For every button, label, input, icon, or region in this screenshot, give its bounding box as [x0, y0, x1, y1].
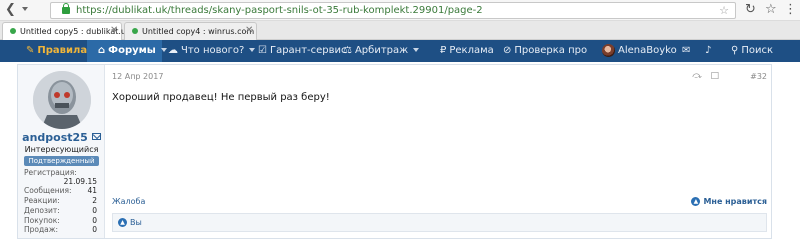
author-name[interactable]: andpost25: [18, 131, 105, 145]
post-date[interactable]: 12 Апр 2017: [112, 72, 163, 82]
nav-ads-label: Реклама: [449, 45, 494, 56]
favicon-icon: [132, 28, 138, 34]
reload-icon[interactable]: ↻: [745, 3, 756, 17]
share-icon[interactable]: ⤼: [692, 71, 702, 81]
stat-value: 41: [87, 186, 97, 195]
nav-whats-new-label: Что нового?: [181, 45, 245, 56]
address-bar: ❮ https://dublikat.uk/threads/skany-pasp…: [0, 0, 800, 21]
post-container: andpost25 Интересующийся Подтвержденный …: [17, 64, 772, 239]
author-avatar[interactable]: [33, 71, 91, 129]
stat-label: Продаж:: [24, 225, 59, 234]
nav-forums[interactable]: ⌂ Форумы: [98, 40, 167, 62]
like-label: Мне нравится: [703, 197, 767, 206]
url-text[interactable]: https://dublikat.uk/threads/skany-paspor…: [76, 4, 483, 18]
nav-guarantee-label: Гарант-сервис: [269, 45, 347, 56]
nav-search-label: Поиск: [741, 45, 774, 56]
back-icon[interactable]: ❮: [5, 2, 19, 18]
rules-icon: ✎: [26, 45, 35, 56]
main-nav: ✎ Правила ⌂ Форумы ☁ Что нового? ☑ Гарант-се…: [0, 40, 800, 62]
robot-avatar-icon: [33, 71, 91, 129]
stat-label: Реакции:: [24, 196, 60, 205]
stat-label: Сообщения:: [24, 186, 72, 195]
nav-whats-new[interactable]: ☁ Что нового?: [168, 40, 256, 62]
tab-dublikat[interactable]: Untitled copy5 : dublikat.uk ✕: [2, 22, 131, 40]
tab-strip: Untitled copy5 : dublikat.uk ✕ Untitled …: [0, 21, 800, 40]
post-body: 12 Апр 2017 ⤼ □ #32 Хороший продавец! Не…: [106, 65, 771, 238]
tab-winrus[interactable]: Untitled copy4 : winrus.com ✕: [124, 22, 257, 40]
post-actions: ⤼ □: [692, 71, 719, 82]
close-tab-icon[interactable]: ✕: [245, 25, 253, 37]
chevron-down-icon[interactable]: [160, 48, 167, 52]
stat-label: Депозит:: [24, 206, 60, 215]
user-avatar[interactable]: [602, 44, 615, 57]
favicon-icon: [10, 28, 16, 34]
chevron-down-icon[interactable]: [249, 48, 256, 52]
search-icon: ⚲: [731, 45, 739, 56]
nav-rules[interactable]: ✎ Правила: [26, 40, 87, 62]
bookmark-icon[interactable]: □: [710, 71, 719, 81]
mail-icon[interactable]: ✉: [682, 40, 690, 62]
tab-title: Untitled copy4 : winrus.com: [142, 27, 255, 36]
stat-value: 0: [92, 225, 97, 234]
like-button[interactable]: ▲ Мне нравится: [691, 196, 767, 207]
likes-list[interactable]: Вы: [130, 218, 142, 228]
author-name-text[interactable]: andpost25: [22, 131, 88, 144]
bell-icon[interactable]: ♪: [705, 40, 711, 62]
nav-username[interactable]: AlenaBoyko: [618, 40, 677, 62]
likes-summary: ▲ Вы: [112, 213, 767, 232]
report-link[interactable]: Жалоба: [112, 197, 145, 207]
menu-icon[interactable]: ⋮: [784, 3, 797, 17]
ruble-icon: ₽: [440, 45, 447, 56]
nav-arbitrage-label: Арбитраж: [354, 45, 409, 56]
nav-arbitrage[interactable]: ⚖ Арбитраж: [343, 40, 420, 62]
envelope-icon[interactable]: [91, 133, 101, 140]
check-circle-icon: ⊘: [503, 45, 512, 56]
lock-icon: [62, 3, 70, 14]
post-number[interactable]: #32: [750, 72, 767, 82]
nav-search[interactable]: ⚲ Поиск: [731, 40, 773, 62]
author-panel: andpost25 Интересующийся Подтвержденный …: [18, 65, 105, 238]
nav-guarantee[interactable]: ☑ Гарант-сервис: [258, 40, 347, 62]
whats-new-icon: ☁: [168, 45, 178, 56]
back-dropdown-icon[interactable]: [22, 7, 28, 11]
nav-forums-label: Форумы: [108, 45, 156, 56]
author-title: Интересующийся: [24, 145, 99, 154]
verified-badge: Подтвержденный: [24, 156, 99, 166]
shield-icon: ☑: [258, 45, 267, 56]
url-field[interactable]: https://dublikat.uk/threads/skany-paspor…: [50, 2, 736, 19]
thumbs-up-icon: ▲: [691, 197, 701, 206]
close-tab-icon[interactable]: ✕: [110, 25, 118, 37]
nav-check[interactable]: ⊘ Проверка про: [503, 40, 587, 62]
chevron-down-icon[interactable]: [413, 48, 420, 52]
bookmark-star-icon[interactable]: ☆: [719, 4, 729, 18]
home-icon: ⌂: [98, 45, 106, 56]
nav-check-label: Проверка про: [514, 45, 588, 56]
stat-value: 0: [92, 206, 97, 215]
stat-value: 2: [92, 196, 97, 205]
scales-icon: ⚖: [343, 45, 352, 56]
star-icon[interactable]: ☆: [765, 3, 777, 17]
nav-rules-label: Правила: [37, 45, 88, 56]
nav-ads[interactable]: ₽ Реклама: [440, 40, 494, 62]
thumbs-up-icon: ▲: [118, 218, 127, 227]
post-message: Хороший продавец! Не первый раз беру!: [112, 92, 330, 103]
